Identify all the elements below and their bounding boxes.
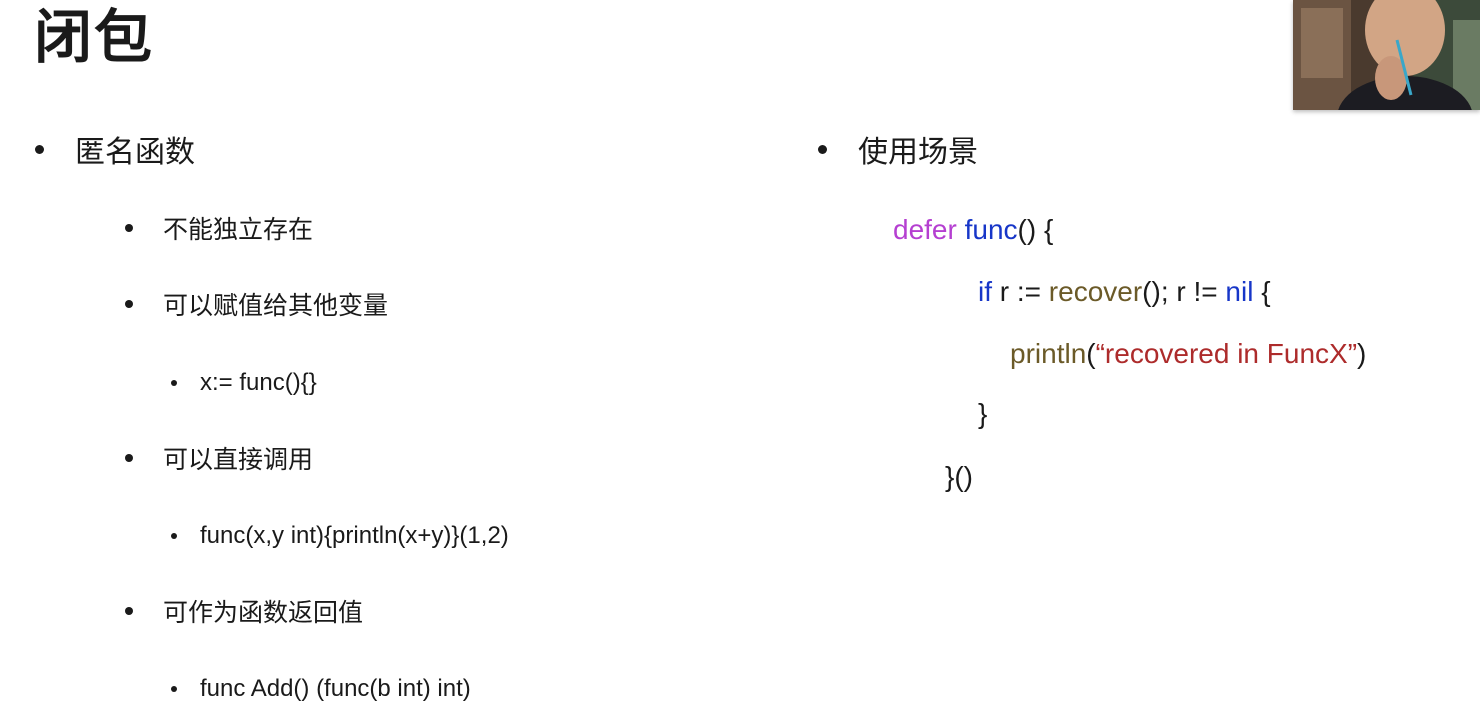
bullet-item-2: 可以赋值给其他变量	[125, 286, 388, 322]
code-example: func(x,y int){println(x+y)}(1,2)	[200, 522, 509, 549]
bullet-anonymous-functions: 匿名函数	[35, 129, 195, 170]
bullet-text: 可以直接调用	[163, 445, 314, 474]
code-call: recover	[1048, 276, 1143, 307]
bullet-text: 不能独立存在	[163, 215, 314, 244]
code-line-4: }	[978, 396, 987, 432]
code-text: )	[1357, 338, 1367, 369]
code-line-2: if r := recover(); r != nil {	[978, 274, 1271, 310]
code-string: “recovered in FuncX”	[1095, 338, 1358, 369]
code-text: }()	[945, 461, 973, 492]
bullet-text: 可以赋值给其他变量	[163, 291, 389, 320]
code-text: () {	[1017, 214, 1054, 245]
code-line-5: }()	[945, 459, 973, 495]
bullet-text: 匿名函数	[75, 135, 195, 170]
code-call: println	[1010, 338, 1087, 369]
bullet-dot	[125, 224, 133, 232]
code-keyword: if	[978, 276, 992, 307]
bullet-text: 可作为函数返回值	[163, 598, 364, 627]
code-text: (	[1086, 338, 1096, 369]
bullet-dot	[171, 686, 177, 692]
bullet-dot	[125, 300, 133, 308]
sub-bullet-item-4: func Add() (func(b int) int)	[171, 671, 471, 707]
code-func: func	[964, 214, 1018, 245]
code-keyword: defer	[893, 214, 957, 245]
code-text: r :=	[992, 276, 1049, 307]
bullet-item-1: 不能独立存在	[125, 210, 313, 246]
presenter-video	[1293, 0, 1480, 110]
code-text: {	[1253, 276, 1271, 307]
code-example: func Add() (func(b int) int)	[200, 675, 471, 702]
bullet-item-3: 可以直接调用	[125, 440, 313, 476]
bullet-dot	[35, 144, 44, 154]
code-text: }	[978, 398, 988, 429]
bullet-dot	[125, 607, 133, 615]
bullet-item-4: 可作为函数返回值	[125, 593, 363, 629]
bullet-use-cases: 使用场景	[818, 129, 978, 170]
bullet-dot	[125, 454, 133, 462]
code-example: x:= func(){}	[200, 369, 317, 396]
code-line-3: println(“recovered in FuncX”)	[1010, 336, 1366, 372]
bullet-text: 使用场景	[858, 135, 978, 170]
code-text: (); r !=	[1142, 276, 1226, 307]
code-nil: nil	[1225, 276, 1254, 307]
bullet-dot	[171, 380, 177, 386]
bullet-dot	[818, 144, 827, 154]
code-line-1: defer func() {	[893, 212, 1053, 248]
sub-bullet-item-2: x:= func(){}	[171, 365, 317, 401]
slide-title: 闭包	[34, 3, 155, 71]
webcam-overlay	[1293, 0, 1480, 110]
sub-bullet-item-3: func(x,y int){println(x+y)}(1,2)	[171, 518, 509, 554]
bullet-dot	[171, 533, 177, 539]
